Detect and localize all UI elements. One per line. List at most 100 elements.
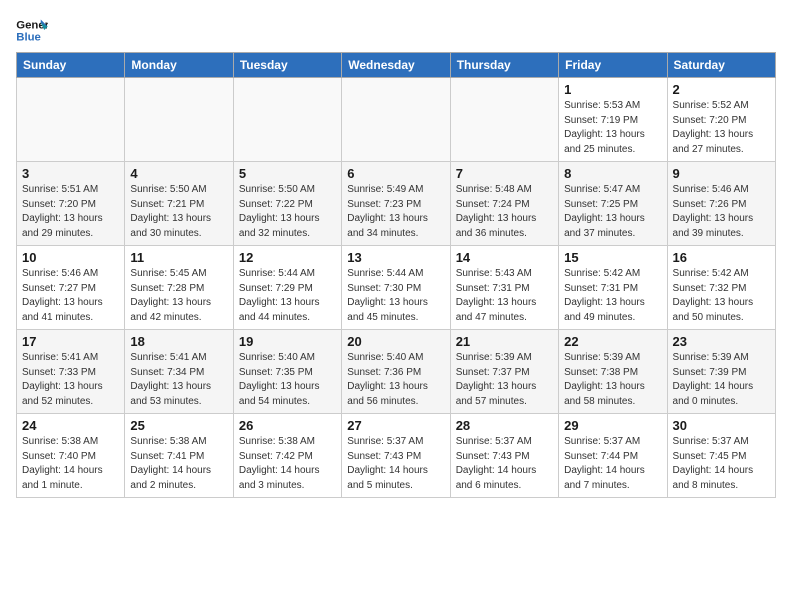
calendar-cell: 7Sunrise: 5:48 AM Sunset: 7:24 PM Daylig… bbox=[450, 162, 558, 246]
day-info: Sunrise: 5:44 AM Sunset: 7:29 PM Dayligh… bbox=[239, 267, 336, 325]
day-info: Sunrise: 5:39 AM Sunset: 7:38 PM Dayligh… bbox=[564, 351, 661, 409]
day-number: 19 bbox=[239, 334, 336, 349]
day-info: Sunrise: 5:50 AM Sunset: 7:21 PM Dayligh… bbox=[130, 183, 227, 241]
calendar-cell: 9 Sunrise: 5:46 AM Sunset: 7:26 PM Daylig… bbox=[667, 162, 775, 246]
calendar-cell: 15 Sunrise: 5:42 AM Sunset: 7:31 PM Dayli… bbox=[559, 246, 667, 330]
day-number: 18 bbox=[130, 334, 227, 349]
calendar-cell: 30Sunrise: 5:37 AM Sunset: 7:45 PM Dayli… bbox=[667, 414, 775, 498]
calendar-week-row: 3 Sunrise: 5:51 AM Sunset: 7:20 PM Daylig… bbox=[17, 162, 776, 246]
calendar-cell: 6 Sunrise: 5:49 AM Sunset: 7:23 PM Daylig… bbox=[342, 162, 450, 246]
calendar-cell: 8 Sunrise: 5:47 AM Sunset: 7:25 PM Daylig… bbox=[559, 162, 667, 246]
logo: General Blue bbox=[16, 16, 54, 44]
calendar-cell bbox=[342, 78, 450, 162]
calendar-cell: 24Sunrise: 5:38 AM Sunset: 7:40 PM Dayli… bbox=[17, 414, 125, 498]
day-info: Sunrise: 5:50 AM Sunset: 7:22 PM Dayligh… bbox=[239, 183, 336, 241]
day-number: 26 bbox=[239, 418, 336, 433]
calendar-week-row: 24Sunrise: 5:38 AM Sunset: 7:40 PM Dayli… bbox=[17, 414, 776, 498]
day-info: Sunrise: 5:46 AM Sunset: 7:26 PM Dayligh… bbox=[673, 183, 770, 241]
calendar-cell: 1 Sunrise: 5:53 AM Sunset: 7:19 PM Daylig… bbox=[559, 78, 667, 162]
calendar-cell: 13 Sunrise: 5:44 AM Sunset: 7:30 PM Dayli… bbox=[342, 246, 450, 330]
day-info: Sunrise: 5:51 AM Sunset: 7:20 PM Dayligh… bbox=[22, 183, 119, 241]
day-info: Sunrise: 5:39 AM Sunset: 7:37 PM Dayligh… bbox=[456, 351, 553, 409]
day-info: Sunrise: 5:46 AM Sunset: 7:27 PM Dayligh… bbox=[22, 267, 119, 325]
calendar-cell: 23 Sunrise: 5:39 AM Sunset: 7:39 PM Dayli… bbox=[667, 330, 775, 414]
calendar-cell bbox=[17, 78, 125, 162]
svg-text:Blue: Blue bbox=[16, 32, 41, 44]
calendar-week-row: 17 Sunrise: 5:41 AM Sunset: 7:33 PM Dayli… bbox=[17, 330, 776, 414]
calendar-cell: 4 Sunrise: 5:50 AM Sunset: 7:21 PM Daylig… bbox=[125, 162, 233, 246]
day-number: 4 bbox=[130, 166, 227, 181]
day-info: Sunrise: 5:42 AM Sunset: 7:31 PM Dayligh… bbox=[564, 267, 661, 325]
day-number: 2 bbox=[673, 82, 770, 97]
day-info: Sunrise: 5:44 AM Sunset: 7:30 PM Dayligh… bbox=[347, 267, 444, 325]
day-info: Sunrise: 5:37 AM Sunset: 7:43 PM Dayligh… bbox=[347, 435, 444, 493]
day-info: Sunrise: 5:52 AM Sunset: 7:20 PM Dayligh… bbox=[673, 99, 770, 157]
day-number: 29 bbox=[564, 418, 661, 433]
column-header-saturday: Saturday bbox=[667, 53, 775, 78]
day-number: 8 bbox=[564, 166, 661, 181]
column-header-sunday: Sunday bbox=[17, 53, 125, 78]
calendar-cell bbox=[233, 78, 341, 162]
day-number: 12 bbox=[239, 250, 336, 265]
day-info: Sunrise: 5:39 AM Sunset: 7:39 PM Dayligh… bbox=[673, 351, 770, 409]
calendar-cell bbox=[450, 78, 558, 162]
day-number: 30 bbox=[673, 418, 770, 433]
calendar-cell: 18 Sunrise: 5:41 AM Sunset: 7:34 PM Dayli… bbox=[125, 330, 233, 414]
day-info: Sunrise: 5:40 AM Sunset: 7:36 PM Dayligh… bbox=[347, 351, 444, 409]
day-info: Sunrise: 5:38 AM Sunset: 7:42 PM Dayligh… bbox=[239, 435, 336, 493]
day-number: 9 bbox=[673, 166, 770, 181]
day-info: Sunrise: 5:47 AM Sunset: 7:25 PM Dayligh… bbox=[564, 183, 661, 241]
day-number: 28 bbox=[456, 418, 553, 433]
day-info: Sunrise: 5:38 AM Sunset: 7:40 PM Dayligh… bbox=[22, 435, 119, 493]
calendar-cell: 17 Sunrise: 5:41 AM Sunset: 7:33 PM Dayli… bbox=[17, 330, 125, 414]
day-number: 20 bbox=[347, 334, 444, 349]
calendar-cell: 14Sunrise: 5:43 AM Sunset: 7:31 PM Dayli… bbox=[450, 246, 558, 330]
calendar-cell: 27 Sunrise: 5:37 AM Sunset: 7:43 PM Dayli… bbox=[342, 414, 450, 498]
column-header-monday: Monday bbox=[125, 53, 233, 78]
calendar-table: SundayMondayTuesdayWednesdayThursdayFrid… bbox=[16, 52, 776, 498]
day-info: Sunrise: 5:37 AM Sunset: 7:44 PM Dayligh… bbox=[564, 435, 661, 493]
calendar-cell: 25 Sunrise: 5:38 AM Sunset: 7:41 PM Dayli… bbox=[125, 414, 233, 498]
day-info: Sunrise: 5:40 AM Sunset: 7:35 PM Dayligh… bbox=[239, 351, 336, 409]
day-number: 21 bbox=[456, 334, 553, 349]
calendar-cell: 21 Sunrise: 5:39 AM Sunset: 7:37 PM Dayli… bbox=[450, 330, 558, 414]
calendar-cell: 10 Sunrise: 5:46 AM Sunset: 7:27 PM Dayli… bbox=[17, 246, 125, 330]
day-info: Sunrise: 5:53 AM Sunset: 7:19 PM Dayligh… bbox=[564, 99, 661, 157]
day-number: 16 bbox=[673, 250, 770, 265]
calendar-week-row: 10 Sunrise: 5:46 AM Sunset: 7:27 PM Dayli… bbox=[17, 246, 776, 330]
calendar-cell: 5Sunrise: 5:50 AM Sunset: 7:22 PM Daylig… bbox=[233, 162, 341, 246]
day-number: 6 bbox=[347, 166, 444, 181]
day-number: 14 bbox=[456, 250, 553, 265]
column-header-thursday: Thursday bbox=[450, 53, 558, 78]
day-number: 23 bbox=[673, 334, 770, 349]
calendar-cell: 20 Sunrise: 5:40 AM Sunset: 7:36 PM Dayli… bbox=[342, 330, 450, 414]
day-info: Sunrise: 5:45 AM Sunset: 7:28 PM Dayligh… bbox=[130, 267, 227, 325]
column-header-wednesday: Wednesday bbox=[342, 53, 450, 78]
day-number: 11 bbox=[130, 250, 227, 265]
day-info: Sunrise: 5:41 AM Sunset: 7:33 PM Dayligh… bbox=[22, 351, 119, 409]
day-number: 10 bbox=[22, 250, 119, 265]
calendar-cell: 26 Sunrise: 5:38 AM Sunset: 7:42 PM Dayli… bbox=[233, 414, 341, 498]
day-info: Sunrise: 5:49 AM Sunset: 7:23 PM Dayligh… bbox=[347, 183, 444, 241]
day-info: Sunrise: 5:41 AM Sunset: 7:34 PM Dayligh… bbox=[130, 351, 227, 409]
day-number: 13 bbox=[347, 250, 444, 265]
calendar-cell: 19 Sunrise: 5:40 AM Sunset: 7:35 PM Dayli… bbox=[233, 330, 341, 414]
day-number: 17 bbox=[22, 334, 119, 349]
calendar-cell bbox=[125, 78, 233, 162]
day-number: 1 bbox=[564, 82, 661, 97]
day-number: 3 bbox=[22, 166, 119, 181]
calendar-cell: 2 Sunrise: 5:52 AM Sunset: 7:20 PM Daylig… bbox=[667, 78, 775, 162]
calendar-cell: 28 Sunrise: 5:37 AM Sunset: 7:43 PM Dayli… bbox=[450, 414, 558, 498]
calendar-cell: 29 Sunrise: 5:37 AM Sunset: 7:44 PM Dayli… bbox=[559, 414, 667, 498]
column-header-friday: Friday bbox=[559, 53, 667, 78]
day-info: Sunrise: 5:37 AM Sunset: 7:43 PM Dayligh… bbox=[456, 435, 553, 493]
day-info: Sunrise: 5:48 AM Sunset: 7:24 PM Dayligh… bbox=[456, 183, 553, 241]
calendar-cell: 16Sunrise: 5:42 AM Sunset: 7:32 PM Dayli… bbox=[667, 246, 775, 330]
day-number: 15 bbox=[564, 250, 661, 265]
column-header-tuesday: Tuesday bbox=[233, 53, 341, 78]
day-info: Sunrise: 5:38 AM Sunset: 7:41 PM Dayligh… bbox=[130, 435, 227, 493]
calendar-cell: 12 Sunrise: 5:44 AM Sunset: 7:29 PM Dayli… bbox=[233, 246, 341, 330]
day-number: 27 bbox=[347, 418, 444, 433]
day-number: 22 bbox=[564, 334, 661, 349]
day-number: 25 bbox=[130, 418, 227, 433]
